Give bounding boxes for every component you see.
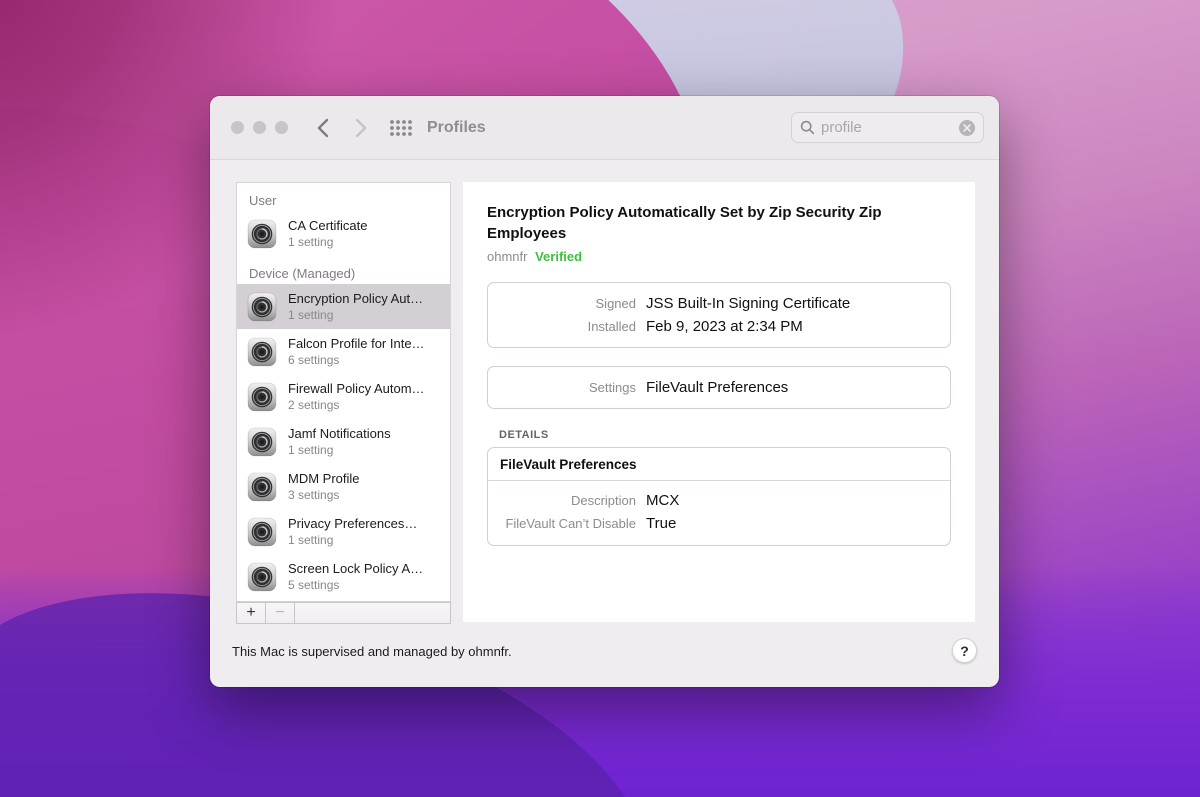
profile-icon — [247, 337, 277, 367]
search-icon — [800, 120, 815, 135]
cant-disable-label: FileVault Can’t Disable — [500, 512, 646, 535]
minimize-button[interactable] — [253, 121, 266, 134]
installed-value: Feb 9, 2023 at 2:34 PM — [646, 315, 803, 338]
close-button[interactable] — [231, 121, 244, 134]
nav-buttons — [317, 118, 367, 138]
profile-title: Privacy Preferences… — [288, 515, 417, 532]
profile-title: Screen Lock Policy A… — [288, 560, 423, 577]
verified-badge: Verified — [535, 249, 582, 264]
signed-value: JSS Built-In Signing Certificate — [646, 292, 850, 315]
list-action-bar: + − — [236, 602, 451, 624]
profile-detail-title: Encryption Policy Automatically Set by Z… — [487, 202, 937, 244]
settings-label: Settings — [500, 376, 646, 399]
profile-title: Jamf Notifications — [288, 425, 391, 442]
list-item-mdm-profile[interactable]: MDM Profile 3 settings — [237, 464, 450, 509]
list-item-encryption-policy[interactable]: Encryption Policy Aut… 1 setting — [237, 284, 450, 329]
profile-title: Falcon Profile for Inte… — [288, 335, 425, 352]
description-label: Description — [500, 489, 646, 512]
org-name: ohmnfr — [487, 249, 527, 264]
list-item-screen-lock-policy[interactable]: Screen Lock Policy A… 5 settings — [237, 554, 450, 599]
details-box-title: FileVault Preferences — [488, 448, 950, 481]
profile-subtitle: 1 setting — [288, 307, 423, 323]
signed-label: Signed — [500, 292, 646, 315]
profile-org-line: ohmnfr Verified — [487, 249, 951, 264]
clear-search-icon[interactable] — [959, 120, 975, 136]
profile-subtitle: 3 settings — [288, 487, 360, 503]
profiles-list: User CA Certificate 1 setting Device (Ma… — [236, 182, 451, 602]
profile-title: MDM Profile — [288, 470, 360, 487]
search-field[interactable] — [791, 112, 984, 143]
profiles-preferences-window: Profiles User CA Certificate 1 setting D… — [210, 96, 999, 687]
list-item-jamf-notifications[interactable]: Jamf Notifications 1 setting — [237, 419, 450, 464]
profile-icon — [247, 219, 277, 249]
list-section-header-device: Device (Managed) — [237, 256, 450, 284]
search-input[interactable] — [821, 119, 959, 136]
profile-subtitle: 1 setting — [288, 234, 367, 250]
back-chevron-icon[interactable] — [317, 118, 329, 138]
supervision-status-text: This Mac is supervised and managed by oh… — [232, 644, 512, 659]
list-item-firewall-policy[interactable]: Firewall Policy Autom… 2 settings — [237, 374, 450, 419]
profile-subtitle: 5 settings — [288, 577, 423, 593]
profile-icon — [247, 562, 277, 592]
show-all-grid-icon[interactable] — [389, 119, 413, 137]
cant-disable-value: True — [646, 512, 676, 535]
profile-icon — [247, 382, 277, 412]
profile-subtitle: 1 setting — [288, 442, 391, 458]
settings-value: FileVault Preferences — [646, 376, 788, 399]
traffic-lights — [231, 121, 288, 134]
profile-subtitle: 1 setting — [288, 532, 417, 548]
profile-icon — [247, 292, 277, 322]
details-section-header: DETAILS — [499, 429, 951, 441]
profile-detail-panel: Encryption Policy Automatically Set by Z… — [463, 182, 975, 622]
profile-subtitle: 2 settings — [288, 397, 425, 413]
list-section-header-user: User — [237, 183, 450, 211]
forward-chevron-icon[interactable] — [355, 118, 367, 138]
profile-icon — [247, 427, 277, 457]
profile-subtitle: 6 settings — [288, 352, 425, 368]
zoom-button[interactable] — [275, 121, 288, 134]
list-item-privacy-preferences[interactable]: Privacy Preferences… 1 setting — [237, 509, 450, 554]
profile-title: Firewall Policy Autom… — [288, 380, 425, 397]
remove-profile-button[interactable]: − — [266, 603, 295, 623]
profile-icon — [247, 472, 277, 502]
list-item-falcon-profile[interactable]: Falcon Profile for Inte… 6 settings — [237, 329, 450, 374]
window-toolbar: Profiles — [210, 96, 999, 160]
profile-icon — [247, 517, 277, 547]
profile-title: Encryption Policy Aut… — [288, 290, 423, 307]
signing-info-box: Signed JSS Built-In Signing Certificate … — [487, 282, 951, 348]
action-bar-spacer — [295, 603, 450, 623]
window-title: Profiles — [427, 119, 486, 137]
list-item-ca-certificate[interactable]: CA Certificate 1 setting — [237, 211, 450, 256]
add-profile-button[interactable]: + — [237, 603, 266, 623]
settings-summary-box: Settings FileVault Preferences — [487, 366, 951, 409]
installed-label: Installed — [500, 315, 646, 338]
profile-title: CA Certificate — [288, 217, 367, 234]
help-button[interactable]: ? — [952, 638, 977, 663]
details-box: FileVault Preferences Description MCX Fi… — [487, 447, 951, 546]
description-value: MCX — [646, 489, 679, 512]
